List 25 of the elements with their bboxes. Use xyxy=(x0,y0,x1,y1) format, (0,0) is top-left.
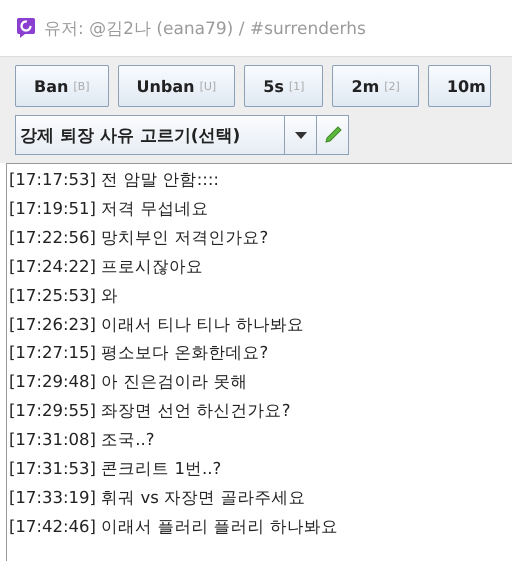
pencil-icon xyxy=(324,126,342,144)
timeout-button[interactable]: 2m [2] xyxy=(332,65,419,107)
chat-message: [17:26:23] 이래서 티나 티나 하나봐요 xyxy=(9,314,305,336)
window-title: 유저: @김2나 (eana79) / #surrenderhs xyxy=(44,18,366,40)
edit-button[interactable] xyxy=(317,115,349,155)
app-logo-icon xyxy=(16,17,36,39)
dropdown-button[interactable] xyxy=(285,115,317,155)
chat-message: [17:33:19] 휘궈 vs 자장면 골라주세요 xyxy=(9,486,306,509)
chat-message: [17:17:53] 전 암말 안함:::: xyxy=(9,169,220,191)
chat-message: [17:27:15] 평소보다 온화한데요? xyxy=(9,342,270,364)
chat-message: [17:19:51] 저격 무섭네요 xyxy=(9,198,210,220)
chat-message: [17:25:53] 와 xyxy=(9,284,120,307)
chat-message: [17:29:48] 아 진은검이라 못해 xyxy=(9,371,249,394)
timeout-button[interactable]: Ban [B] xyxy=(15,65,109,107)
chat-message: [17:24:22] 프로시잖아요 xyxy=(9,256,204,278)
reason-dropdown[interactable]: 강제 퇴장 사유 고르기(선택) xyxy=(15,115,285,155)
chat-message: [17:31:53] 콘크리트 1번..? xyxy=(9,458,222,480)
chat-message: [17:22:56] 망치부인 저격인가요? xyxy=(9,226,270,249)
chat-message: [17:29:55] 좌장면 선언 하신건가요? xyxy=(9,400,292,422)
timeout-button[interactable]: Unban [U] xyxy=(118,65,236,107)
caret-icon xyxy=(294,132,306,138)
timeout-button[interactable]: 5s [1] xyxy=(244,65,324,107)
chat-message: [17:31:08] 조국..? xyxy=(9,429,156,452)
chat-message: [17:42:46] 이래서 플러리 플러리 하나봐요 xyxy=(9,516,339,538)
timeout-button[interactable]: 10m xyxy=(428,65,491,107)
